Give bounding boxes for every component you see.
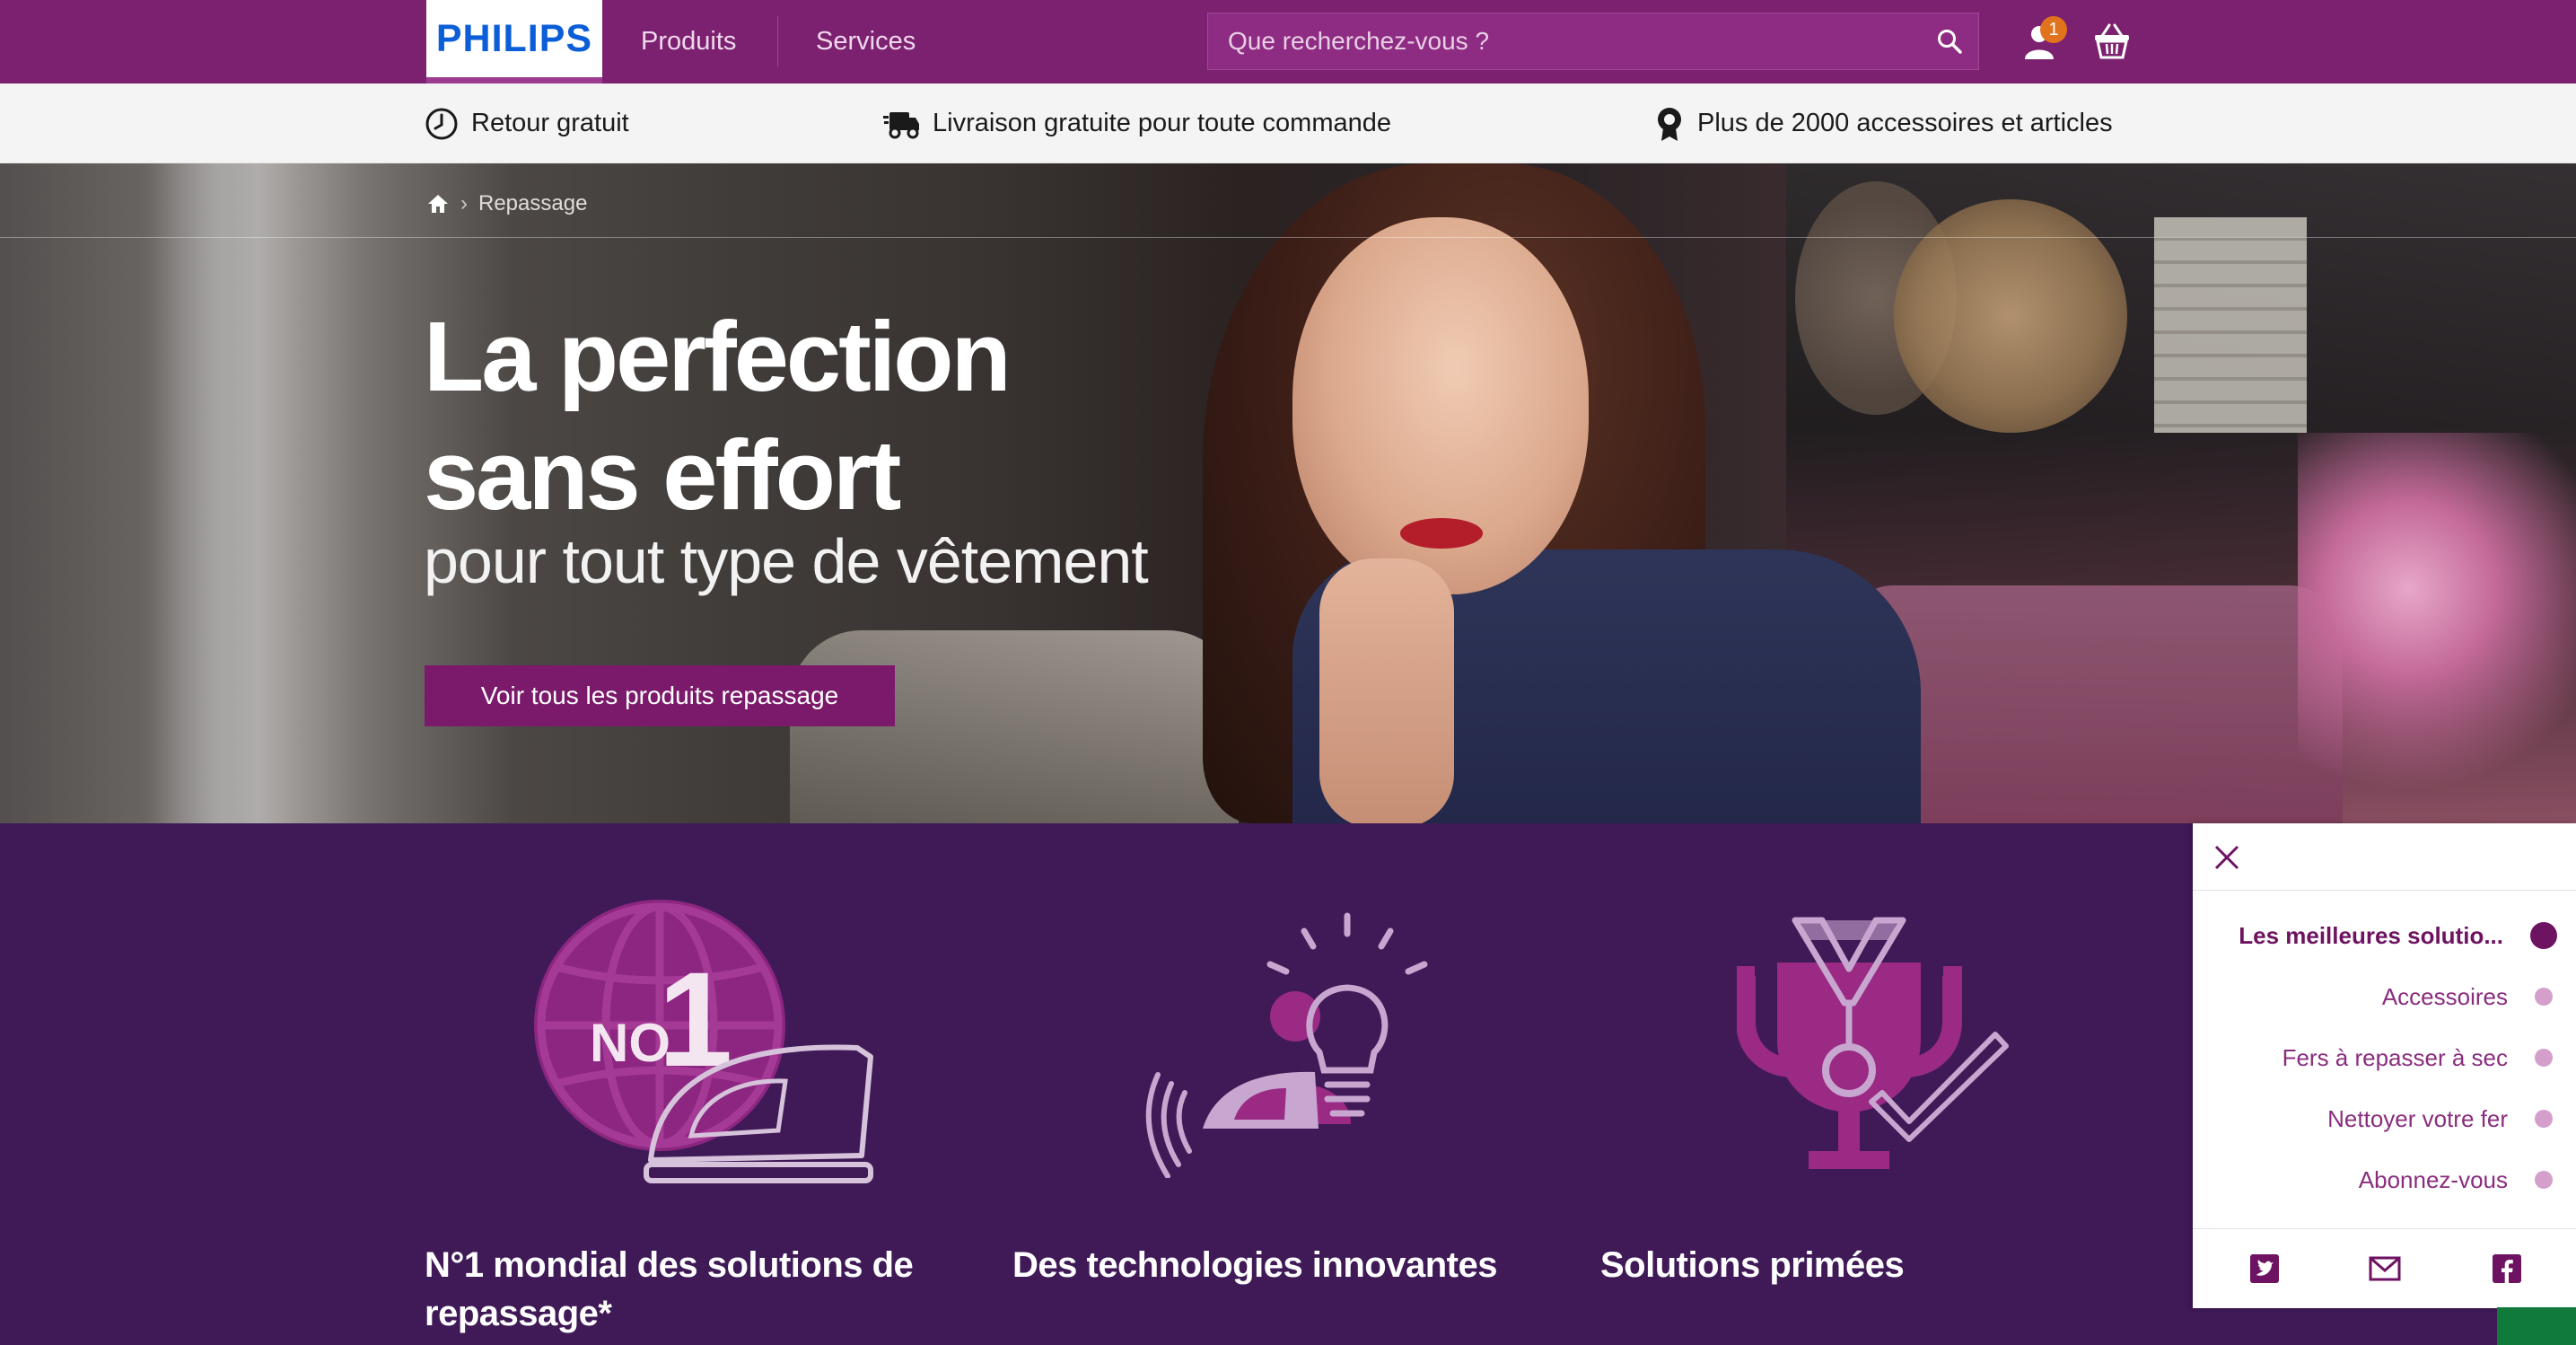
section-nav-item-dry-irons[interactable]: Fers à repasser à sec — [2193, 1035, 2576, 1080]
logo-text: PHILIPS — [435, 16, 593, 60]
hero-woman-hand — [1319, 558, 1454, 823]
section-nav-dot-active — [2530, 922, 2557, 949]
section-nav-label: Fers à repasser à sec — [2282, 1043, 2508, 1071]
usp-free-delivery: Livraison gratuite pour toute commande — [882, 84, 1391, 163]
feature-title-awards-line1: Solutions primées — [1600, 1245, 1905, 1285]
hero-title-line1: La perfection — [424, 302, 1012, 412]
hero-bg-books — [2154, 217, 2307, 433]
no1-badge-number: 1 — [658, 944, 732, 1094]
search-icon[interactable] — [1921, 13, 1978, 70]
hero-woman-lips — [1400, 518, 1483, 549]
nav-services[interactable]: Services — [816, 0, 916, 84]
section-nav-label: Accessoires — [2381, 982, 2508, 1010]
nav-services-label: Services — [816, 27, 916, 56]
feature-title-awards: Solutions primées — [1600, 1241, 1905, 1289]
no1-globe-iron-icon: NO 1 — [534, 900, 873, 1183]
section-nav-label: Les meilleures solutio... — [2239, 921, 2503, 949]
feedback-tab[interactable] — [2497, 1307, 2576, 1345]
search-input[interactable] — [1208, 13, 1921, 69]
facebook-icon[interactable] — [2491, 1253, 2523, 1285]
search-bar — [1207, 13, 1979, 70]
breadcrumb-separator: › — [460, 191, 468, 215]
section-nav-item-accessories[interactable]: Accessoires — [2193, 974, 2576, 1019]
home-icon[interactable] — [426, 193, 450, 215]
close-icon[interactable] — [2209, 840, 2245, 875]
hero-title-line2: sans effort — [424, 420, 901, 531]
section-nav-dot — [2535, 1110, 2553, 1128]
usp-accessories-label: Plus de 2000 accessoires et articles — [1697, 109, 2113, 137]
hero-title: La perfection sans effort — [424, 298, 1321, 535]
feature-title-innovation: Des technologies innovantes — [1012, 1241, 1497, 1289]
medal-trophy-check-icon — [1737, 917, 2009, 1169]
top-header: PHILIPS Produits Services 1 — [0, 0, 2576, 84]
panel-divider — [2193, 890, 2576, 891]
clock-icon — [425, 108, 458, 139]
section-nav-item-best-solutions[interactable]: Les meilleures solutio... — [2193, 913, 2576, 958]
feature-title-no1-line2: repassage* — [425, 1294, 612, 1333]
feature-title-no1: N°1 mondial des solutions de repassage* — [425, 1241, 914, 1338]
breadcrumb-current[interactable]: Repassage — [478, 191, 587, 216]
panel-divider — [2193, 1228, 2576, 1229]
section-nav-item-subscribe[interactable]: Abonnez-vous — [2193, 1157, 2576, 1202]
feature-title-no1-line1: N°1 mondial des solutions de — [425, 1245, 914, 1285]
section-nav-dot — [2535, 1049, 2553, 1067]
cart-count-badge: 1 — [2040, 16, 2067, 43]
breadcrumb: › Repassage — [426, 190, 587, 217]
nav-divider — [777, 16, 778, 66]
breadcrumb-divider — [0, 237, 2576, 238]
section-nav-label: Nettoyer votre fer — [2327, 1104, 2508, 1132]
usp-bar: Retour gratuit Livraison gratuite pour t… — [0, 84, 2576, 163]
nav-produits-label: Produits — [641, 27, 737, 56]
hero-bg-plate — [1894, 199, 2127, 433]
twitter-icon[interactable] — [2248, 1253, 2281, 1285]
usp-free-returns-label: Retour gratuit — [471, 109, 629, 137]
usp-accessories: Plus de 2000 accessoires et articles — [1654, 84, 2113, 163]
section-nav-dot — [2535, 988, 2553, 1006]
email-icon[interactable] — [2369, 1253, 2401, 1285]
nav-produits[interactable]: Produits — [641, 0, 736, 84]
features-section: NO 1 N°1 mondial des solutions de repass… — [0, 823, 2576, 1345]
award-ribbon-icon — [1658, 107, 1681, 141]
philips-logo[interactable]: PHILIPS — [426, 0, 602, 84]
hero-subtitle: pour tout type de vêtement — [424, 526, 1149, 596]
hero-bg-flowers — [2298, 433, 2576, 823]
hero-banner: › Repassage La perfection sans effort po… — [0, 163, 2576, 823]
lightbulb-person-iron-icon — [1145, 912, 1428, 1178]
usp-free-returns: Retour gratuit — [425, 84, 629, 163]
section-nav-label: Abonnez-vous — [2358, 1165, 2508, 1193]
section-nav-dot — [2535, 1171, 2553, 1189]
section-nav-item-clean-iron[interactable]: Nettoyer votre fer — [2193, 1096, 2576, 1141]
view-all-ironing-button[interactable]: Voir tous les produits repassage — [425, 665, 895, 726]
section-nav-panel: Les meilleures solutio... Accessoires Fe… — [2193, 823, 2576, 1308]
usp-free-delivery-label: Livraison gratuite pour toute commande — [933, 109, 1392, 137]
truck-icon — [883, 111, 919, 138]
feature-title-innovation-line1: Des technologies innovantes — [1012, 1245, 1497, 1285]
basket-icon[interactable] — [2091, 20, 2133, 61]
